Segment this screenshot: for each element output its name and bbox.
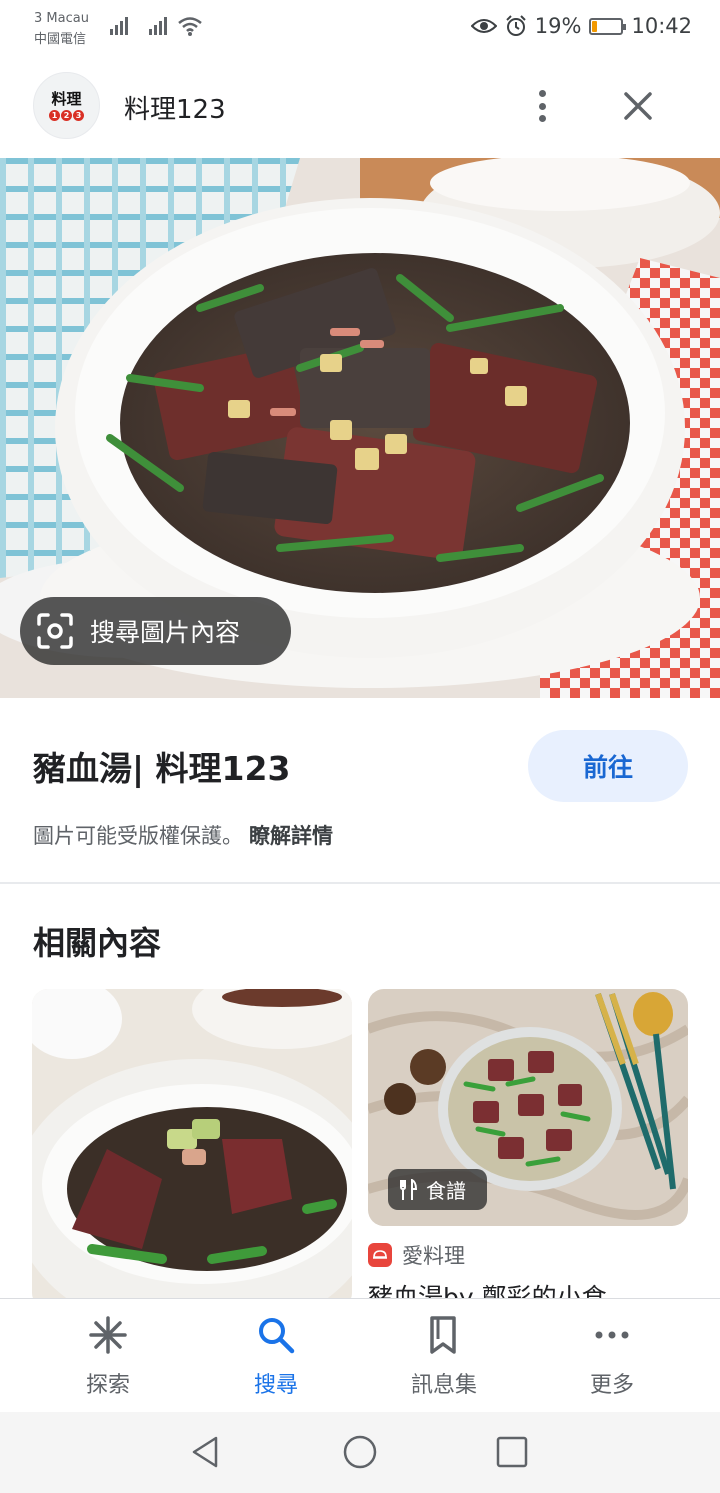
restaurant-icon [400, 1178, 418, 1200]
lens-icon [37, 613, 73, 649]
bottom-navigation: 探索 搜尋 訊息集 更多 [0, 1298, 720, 1412]
site-name: 料理123 [124, 95, 226, 125]
carrier-info: 3 Macau 中國電信 [34, 8, 89, 50]
logo-digit: 3 [73, 110, 84, 121]
hero-image[interactable]: 搜尋圖片內容 [0, 158, 720, 698]
nav-explore[interactable]: 探索 [48, 1313, 168, 1403]
recipe-chip: 食譜 [388, 1169, 487, 1210]
search-icon [254, 1313, 298, 1357]
home-icon[interactable] [342, 1434, 378, 1470]
nav-explore-label: 探索 [85, 1373, 130, 1398]
logo-text: 料理 [51, 90, 82, 108]
site-header: 料理 1 2 3 料理123 [0, 56, 720, 158]
nav-collections-label: 訊息集 [410, 1373, 477, 1398]
battery-icon [589, 17, 627, 35]
recipe-chip-label: 食譜 [426, 1179, 466, 1203]
nav-collections[interactable]: 訊息集 [384, 1313, 504, 1403]
divider [0, 882, 720, 884]
learn-more-link[interactable]: 瞭解詳情 [249, 824, 333, 848]
back-icon[interactable] [188, 1434, 224, 1470]
result-source: 愛料理 [368, 1240, 465, 1270]
related-image-card[interactable] [32, 989, 352, 1309]
source-favicon [368, 1243, 392, 1267]
nav-search[interactable]: 搜尋 [216, 1313, 336, 1403]
status-bar: 3 Macau 中國電信 19% 10:42 [0, 0, 720, 56]
source-name: 愛料理 [402, 1244, 465, 1268]
more-vert-icon[interactable] [526, 84, 558, 128]
nav-more-label: 更多 [589, 1373, 634, 1398]
logo-digit: 1 [49, 110, 60, 121]
search-image-button[interactable]: 搜尋圖片內容 [20, 597, 291, 665]
nav-more[interactable]: 更多 [552, 1313, 672, 1403]
close-icon[interactable] [614, 82, 662, 130]
nav-search-label: 搜尋 [253, 1373, 298, 1398]
collections-icon [422, 1313, 466, 1357]
battery-percent: 19% [534, 14, 582, 38]
eye-icon [470, 19, 497, 33]
recents-icon[interactable] [494, 1434, 530, 1470]
search-image-label: 搜尋圖片內容 [90, 618, 241, 647]
copyright-text: 圖片可能受版權保護。 [33, 824, 243, 848]
visit-button[interactable]: 前往 [528, 730, 688, 802]
wifi-icon [178, 17, 202, 36]
alarm-icon [506, 15, 526, 36]
carrier-name: 3 Macau [34, 11, 89, 26]
more-horiz-icon [590, 1313, 634, 1357]
logo-digit: 2 [61, 110, 72, 121]
clock: 10:42 [631, 14, 692, 38]
site-logo: 料理 1 2 3 [33, 72, 100, 139]
carrier-operator: 中國電信 [34, 32, 87, 47]
signal-icon [110, 16, 130, 35]
signal-icon [149, 16, 169, 35]
related-image [32, 989, 352, 1309]
system-navigation-bar [0, 1412, 720, 1493]
logo-digits: 1 2 3 [49, 110, 84, 121]
result-title: 豬血湯| 料理123 [33, 749, 291, 788]
asterisk-icon [86, 1313, 130, 1357]
copyright-notice: 圖片可能受版權保護。 瞭解詳情 [33, 820, 333, 850]
status-right: 19% 10:42 [470, 14, 692, 38]
related-heading: 相關內容 [33, 924, 162, 962]
